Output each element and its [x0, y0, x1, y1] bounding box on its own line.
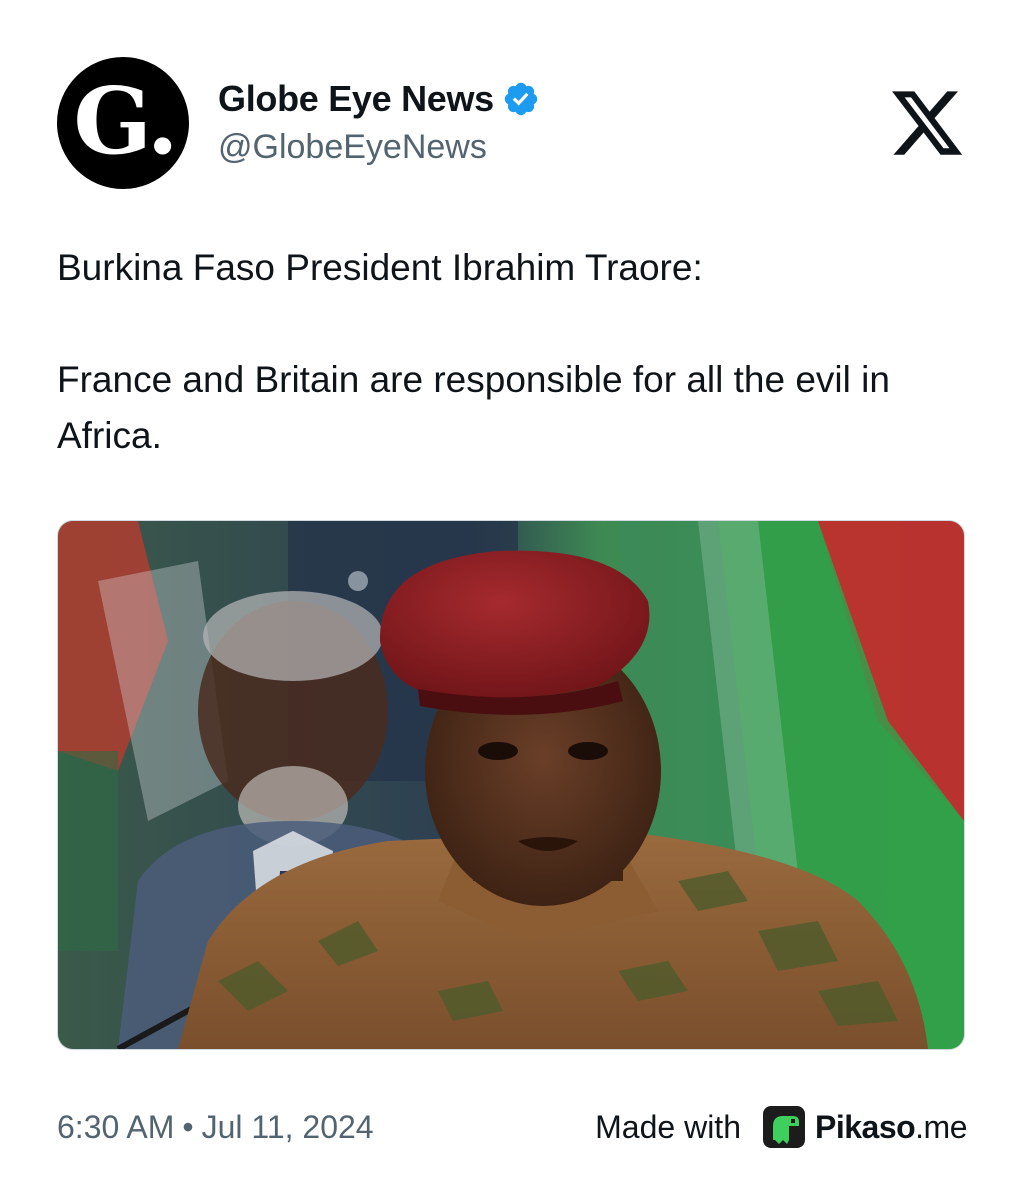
tweet-photo[interactable] [57, 520, 965, 1050]
verified-badge-icon [504, 82, 538, 116]
pikaso-dino-icon [762, 1106, 805, 1148]
made-with-credit[interactable]: Made with Pikaso.me [595, 1106, 967, 1148]
tweet-text: Burkina Faso President Ibrahim Traore: F… [57, 240, 967, 464]
made-with-label: Made with [595, 1108, 741, 1145]
tweet-time: 6:30 AM [57, 1108, 175, 1145]
separator-dot: • [182, 1108, 194, 1145]
pikaso-brand-tld: .me [915, 1108, 967, 1145]
account-handle[interactable]: @GlobeEyeNews [218, 128, 540, 167]
pikaso-brand-name: Pikaso [814, 1108, 916, 1145]
display-name[interactable]: Globe Eye News [218, 78, 494, 120]
account-header: Globe Eye News @GlobeEyeNews [218, 74, 540, 167]
display-name-row: Globe Eye News [218, 74, 540, 124]
x-logo-icon [892, 91, 963, 155]
tweet-line-2: France and Britain are responsible for a… [57, 359, 890, 456]
tweet-timestamp[interactable]: 6:30 AM • Jul 11, 2024 [57, 1109, 374, 1146]
tweet-line-1: Burkina Faso President Ibrahim Traore: [57, 247, 703, 288]
avatar[interactable]: G. [57, 57, 189, 189]
tweet-date: Jul 11, 2024 [201, 1108, 374, 1145]
photo-illustration [58, 521, 964, 1049]
pikaso-brand: Pikaso.me [814, 1108, 968, 1146]
tweet-footer: 6:30 AM • Jul 11, 2024 Made with Pikaso.me [57, 1102, 967, 1152]
avatar-letter: G. [73, 67, 178, 175]
